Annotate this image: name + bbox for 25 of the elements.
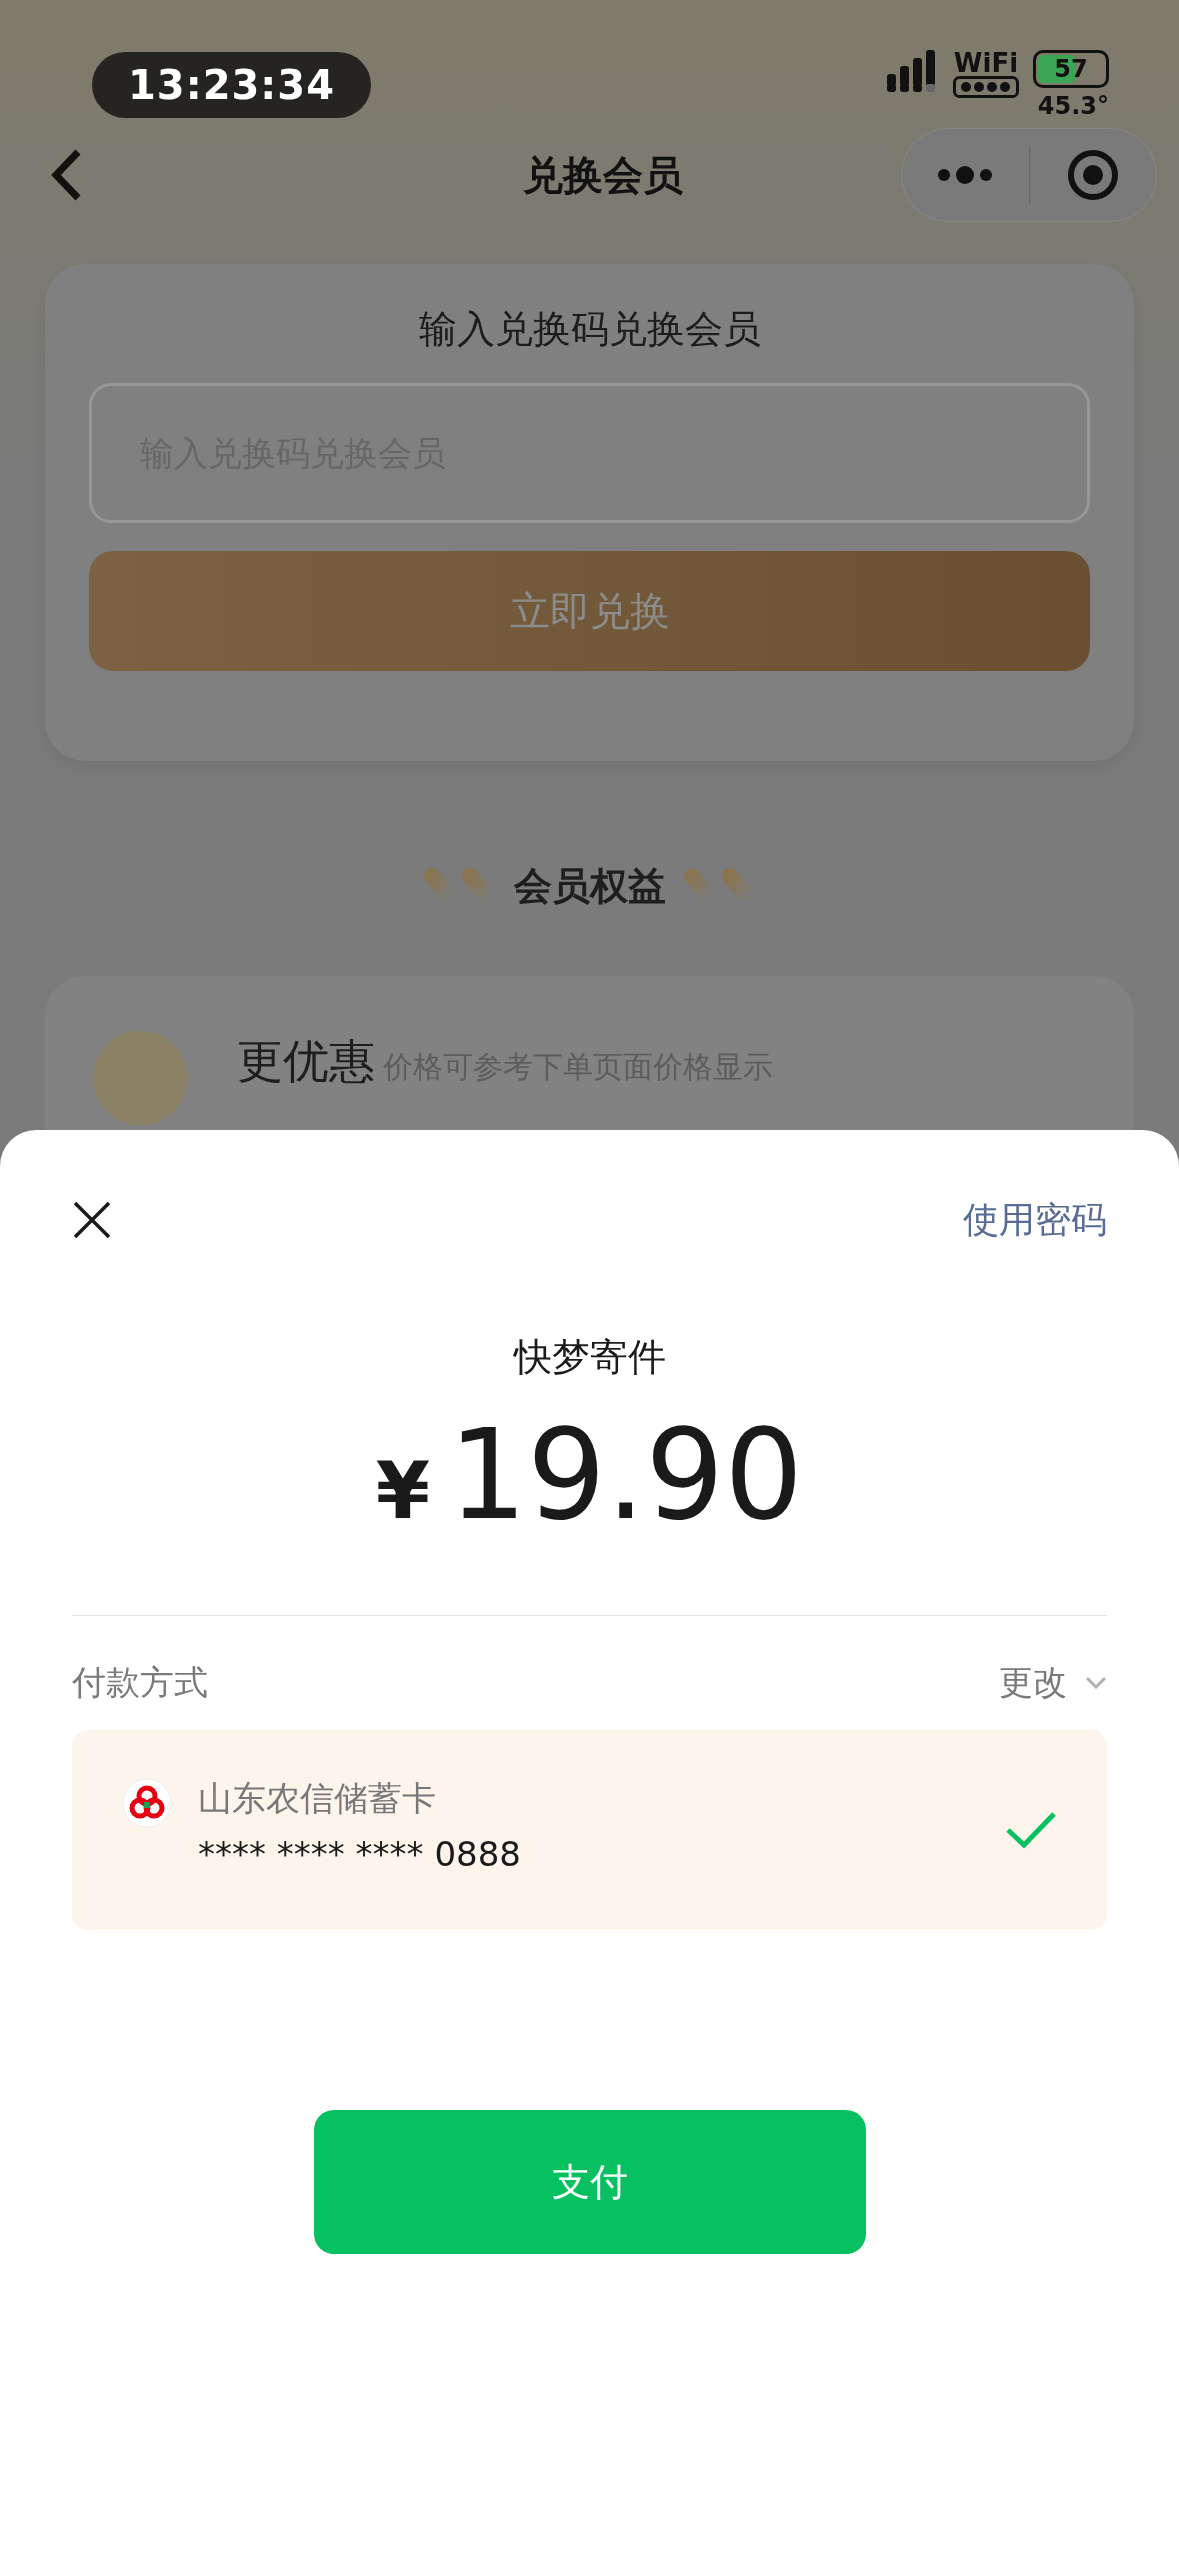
section-title: 会员权益 <box>513 863 666 910</box>
wifi-label: WiFi <box>953 50 1019 76</box>
benefit-title: 更优惠 <box>237 1034 375 1088</box>
wifi-dots-icon <box>953 76 1019 98</box>
change-button[interactable]: 更改 <box>999 1660 1107 1706</box>
use-password-link[interactable]: 使用密码 <box>963 1195 1107 1245</box>
card-title: 输入兑换码兑换会员 <box>417 306 762 353</box>
page-title: 兑换会员 <box>522 150 683 200</box>
merchant-name: 快梦寄件 <box>512 1334 667 1381</box>
chevron-down-icon <box>1085 1676 1107 1690</box>
bank-logo-icon <box>122 1778 172 1828</box>
battery-icon: 57 <box>1033 50 1109 88</box>
pay-button[interactable]: 支付 <box>313 2110 866 2254</box>
payment-method-label: 付款方式 <box>72 1661 208 1704</box>
close-icon[interactable] <box>72 1200 112 1240</box>
bank-name: 山东农信储蓄卡 <box>198 1777 437 1820</box>
status-time: 13:23:34 <box>92 52 371 118</box>
temperature: 45.3° <box>1037 92 1109 120</box>
card-number: **** **** **** 0888 <box>198 1834 522 1874</box>
payment-method-item[interactable]: 山东农信储蓄卡 **** **** **** 0888 <box>72 1730 1107 1930</box>
more-icon[interactable] <box>937 165 994 185</box>
close-target-icon[interactable] <box>1065 148 1120 202</box>
amount: 19.90 <box>448 1403 804 1547</box>
check-icon <box>1005 1810 1057 1850</box>
currency-symbol: ¥ <box>375 1446 431 1536</box>
